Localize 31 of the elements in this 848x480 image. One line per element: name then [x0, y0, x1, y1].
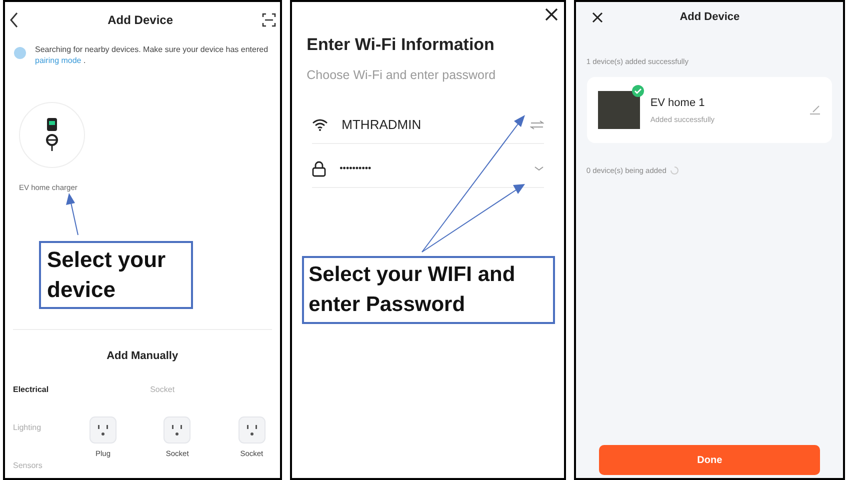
- password-value: ••••••••••: [340, 162, 372, 175]
- callout-box: Select your device: [39, 241, 193, 309]
- lock-icon: [312, 160, 326, 177]
- searching-icon: [13, 46, 27, 60]
- device-name: EV home 1: [650, 96, 706, 112]
- callout-box: Select your WIFI and enter Password: [302, 256, 555, 324]
- network-name: MTHRADMIN: [342, 116, 422, 134]
- category-tab[interactable]: Electrical: [13, 384, 83, 396]
- socket-icon: [238, 416, 266, 444]
- scan-icon[interactable]: [262, 13, 276, 27]
- screen-subtitle: Choose Wi-Fi and enter password: [306, 66, 497, 84]
- check-badge-icon: [632, 85, 644, 98]
- swap-icon[interactable]: [530, 120, 544, 130]
- screen-title: Add Device: [108, 12, 173, 29]
- wifi-icon: [312, 118, 328, 131]
- back-icon[interactable]: [9, 12, 19, 28]
- charger-icon: [45, 118, 59, 152]
- spinner-icon: [670, 166, 680, 176]
- group-label: Socket: [150, 384, 175, 396]
- section-title: Add Manually: [106, 348, 178, 364]
- close-icon[interactable]: [592, 12, 604, 22]
- close-icon[interactable]: [545, 8, 558, 21]
- socket-icon: [89, 416, 117, 444]
- chevron-icon[interactable]: [534, 166, 544, 172]
- arrow: [66, 193, 78, 236]
- photo-placeholder: [598, 91, 640, 130]
- screen-title: Enter Wi-Fi Information: [306, 34, 496, 56]
- device-tile[interactable]: [19, 102, 85, 168]
- searching-notice: Searching for nearby devices. Make sure your device has entered pairing mode .: [35, 44, 270, 66]
- screen-title: Add Device: [680, 10, 740, 25]
- socket-icon: [163, 416, 192, 444]
